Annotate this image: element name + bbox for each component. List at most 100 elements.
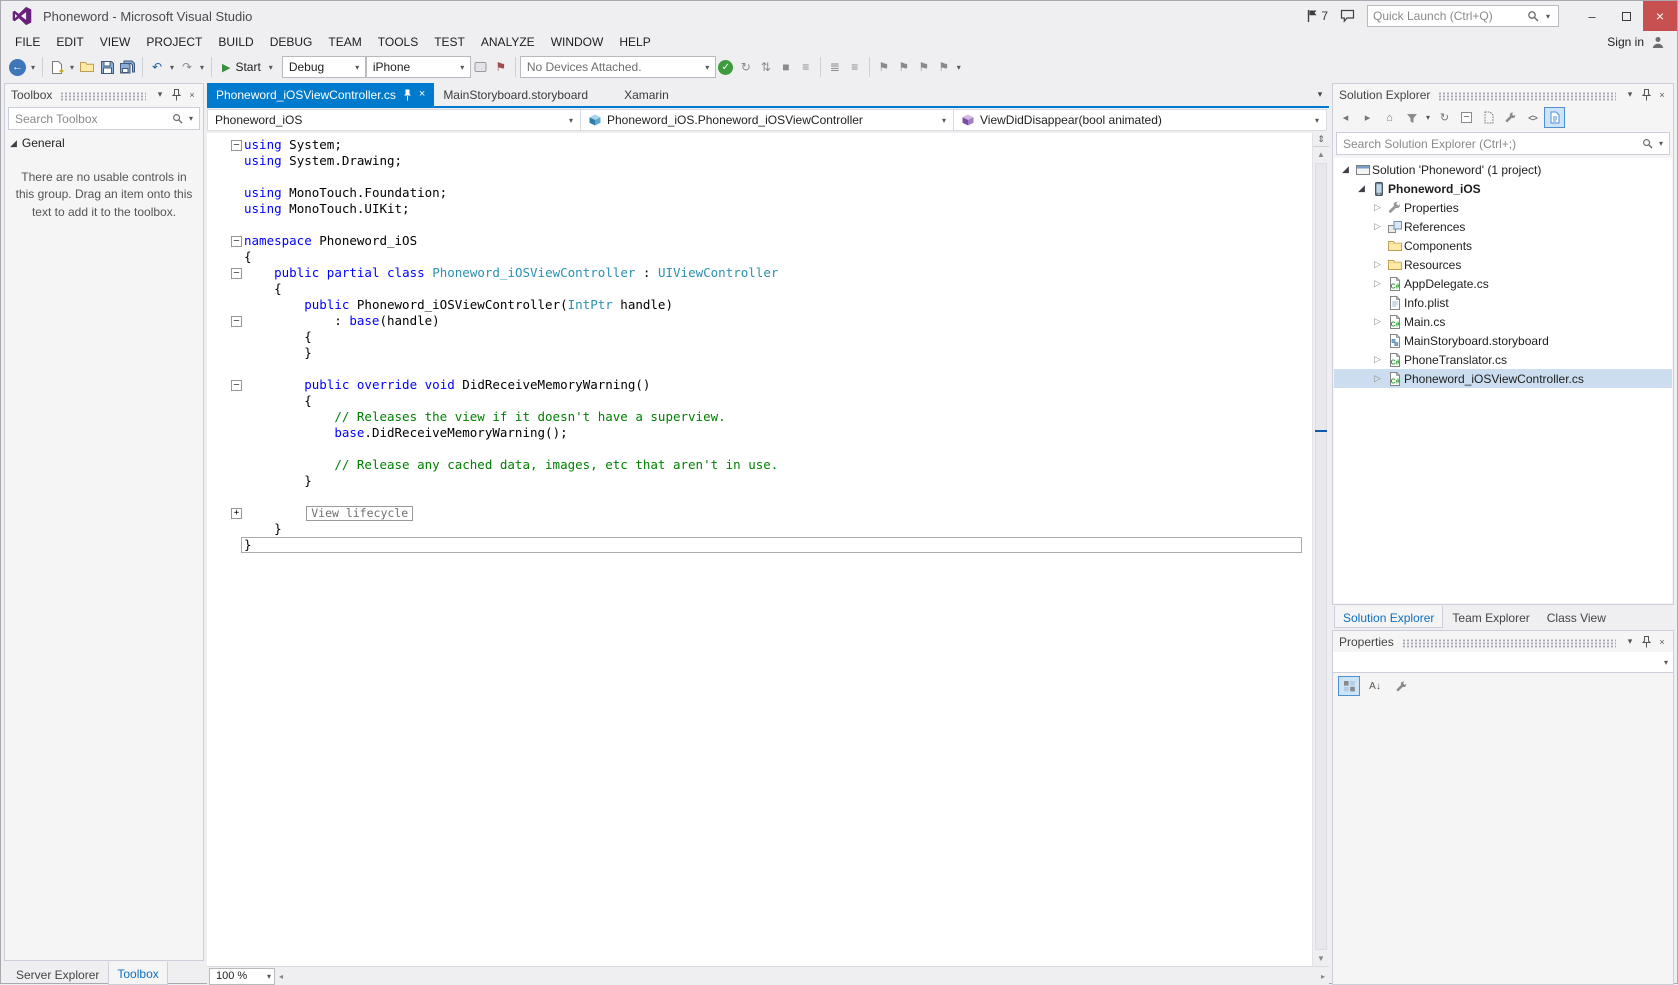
scroll-left-icon[interactable]: ◂ bbox=[279, 972, 283, 981]
collapse-region-icon[interactable]: – bbox=[231, 140, 242, 151]
fold-cell[interactable]: – bbox=[229, 265, 244, 281]
undo-chevron-icon[interactable]: ▾ bbox=[167, 56, 177, 78]
zoom-select[interactable]: 100 % ▾ bbox=[209, 968, 275, 985]
connect-to-mac-flag-icon[interactable]: ⚑ bbox=[491, 56, 511, 78]
toolbar-overflow-chevron-icon[interactable]: ▾ bbox=[954, 56, 964, 78]
open-file-button[interactable] bbox=[77, 56, 97, 78]
menu-team[interactable]: TEAM bbox=[320, 33, 369, 51]
window-position-chevron-icon[interactable]: ▾ bbox=[152, 87, 168, 103]
code-line[interactable]: View lifecycle bbox=[244, 505, 1312, 521]
solution-configuration-select[interactable]: Debug ▾ bbox=[282, 56, 366, 78]
navigate-back-button[interactable]: ← bbox=[7, 56, 28, 78]
menu-analyze[interactable]: ANALYZE bbox=[473, 33, 543, 51]
tab-phoneword-iosviewcontroller-cs[interactable]: Phoneword_iOSViewController.cs × bbox=[207, 83, 434, 106]
next-bookmark-button[interactable]: ⚑ bbox=[914, 56, 934, 78]
menu-edit[interactable]: EDIT bbox=[48, 33, 91, 51]
collapse-node-icon[interactable]: ◢ bbox=[1354, 183, 1369, 194]
code-line[interactable]: { bbox=[244, 281, 1312, 297]
expand-node-icon[interactable]: ▷ bbox=[1370, 316, 1385, 327]
code-line[interactable]: { bbox=[244, 329, 1312, 345]
scroll-right-icon[interactable]: ▸ bbox=[1321, 972, 1325, 981]
tab-class-view[interactable]: Class View bbox=[1539, 606, 1614, 628]
close-icon[interactable]: × bbox=[419, 89, 425, 100]
fold-cell[interactable]: + bbox=[229, 505, 244, 521]
code-line[interactable]: using System.Drawing; bbox=[244, 153, 1312, 169]
collapse-region-icon[interactable]: – bbox=[231, 268, 242, 279]
alphabetical-button[interactable]: A↓ bbox=[1364, 676, 1386, 696]
indent-lines-button[interactable]: ≣ bbox=[825, 56, 845, 78]
new-file-chevron-icon[interactable]: ▾ bbox=[67, 56, 77, 78]
toolbox-search-input[interactable] bbox=[15, 112, 169, 126]
properties-object-select[interactable]: ▾ bbox=[1333, 652, 1673, 673]
project-dropdown[interactable]: Phoneword_iOS ▾ bbox=[207, 109, 581, 131]
quick-launch-box[interactable]: ▾ bbox=[1367, 5, 1559, 27]
collapsed-region-box[interactable]: View lifecycle bbox=[306, 506, 413, 521]
type-dropdown[interactable]: Phoneword_iOS.Phoneword_iOSViewControlle… bbox=[581, 109, 954, 131]
solution-explorer-search-box[interactable]: ▾ bbox=[1336, 132, 1670, 155]
close-icon[interactable]: × bbox=[184, 87, 200, 103]
navigate-back-icon[interactable]: ◂ bbox=[1335, 107, 1356, 128]
preview-selected-items-icon[interactable] bbox=[1544, 107, 1565, 128]
status-check-button[interactable]: ✓ bbox=[716, 56, 736, 78]
scroll-down-icon[interactable]: ▼ bbox=[1317, 951, 1325, 966]
property-pages-button[interactable] bbox=[1390, 676, 1412, 696]
code-line[interactable]: public partial class Phoneword_iOSViewCo… bbox=[244, 265, 1312, 281]
code-line[interactable]: base.DidReceiveMemoryWarning(); bbox=[244, 425, 1312, 441]
scrollbar-thumb[interactable] bbox=[1315, 163, 1327, 950]
show-all-files-icon[interactable] bbox=[1478, 107, 1499, 128]
chevron-down-icon[interactable]: ▾ bbox=[1543, 5, 1553, 27]
fold-cell[interactable]: – bbox=[229, 313, 244, 329]
fold-cell[interactable]: – bbox=[229, 137, 244, 153]
outline-lines-button[interactable]: ≡ bbox=[845, 56, 865, 78]
scrollbar-track[interactable] bbox=[1313, 162, 1329, 951]
search-icon[interactable] bbox=[1642, 138, 1653, 149]
code-line[interactable] bbox=[244, 441, 1312, 457]
code-line[interactable] bbox=[244, 217, 1312, 233]
tree-item-mainstoryboard-storyboard[interactable]: MainStoryboard.storyboard bbox=[1334, 331, 1672, 350]
tree-item-appdelegate-cs[interactable]: ▷C#AppDelegate.cs bbox=[1334, 274, 1672, 293]
fold-cell[interactable]: – bbox=[229, 233, 244, 249]
feedback-button[interactable] bbox=[1340, 9, 1355, 23]
solution-explorer-header[interactable]: Solution Explorer ▾ × bbox=[1333, 84, 1673, 105]
user-icon[interactable] bbox=[1651, 35, 1665, 49]
code-line[interactable] bbox=[244, 361, 1312, 377]
collapse-all-icon[interactable]: – bbox=[1456, 107, 1477, 128]
tab-solution-explorer[interactable]: Solution Explorer bbox=[1334, 606, 1443, 628]
save-all-button[interactable] bbox=[117, 56, 138, 78]
device-select[interactable]: No Devices Attached. ▾ bbox=[520, 56, 716, 78]
redo-chevron-icon[interactable]: ▾ bbox=[197, 56, 207, 78]
tree-item-phoneword-ios[interactable]: ◢Phoneword_iOS bbox=[1334, 179, 1672, 198]
tree-item-resources[interactable]: ▷Resources bbox=[1334, 255, 1672, 274]
menu-build[interactable]: BUILD bbox=[210, 33, 261, 51]
scroll-up-icon[interactable]: ▲ bbox=[1317, 147, 1325, 162]
member-dropdown[interactable]: ViewDidDisappear(bool animated) ▾ bbox=[954, 109, 1327, 131]
tab-xamarin[interactable]: Xamarin bbox=[615, 83, 678, 106]
tree-item-properties[interactable]: ▷Properties bbox=[1334, 198, 1672, 217]
pin-icon[interactable] bbox=[403, 89, 412, 101]
close-icon[interactable]: × bbox=[1654, 634, 1670, 650]
collapse-region-icon[interactable]: – bbox=[231, 236, 242, 247]
expand-node-icon[interactable]: ▷ bbox=[1370, 354, 1385, 365]
properties-icon[interactable] bbox=[1500, 107, 1521, 128]
tab-team-explorer[interactable]: Team Explorer bbox=[1444, 606, 1537, 628]
sign-in-link[interactable]: Sign in bbox=[1607, 35, 1644, 49]
toolbox-search-box[interactable]: ▾ bbox=[8, 107, 200, 130]
pin-icon[interactable] bbox=[168, 87, 184, 103]
menu-test[interactable]: TEST bbox=[426, 33, 473, 51]
code-line[interactable]: } bbox=[244, 537, 1312, 553]
expand-region-icon[interactable]: + bbox=[231, 508, 242, 519]
code-line[interactable]: public Phoneword_iOSViewController(IntPt… bbox=[244, 297, 1312, 313]
notifications-button[interactable]: 7 bbox=[1306, 9, 1328, 23]
menu-tools[interactable]: TOOLS bbox=[370, 33, 426, 51]
tab-toolbox[interactable]: Toolbox bbox=[108, 962, 167, 985]
code-line[interactable]: using System; bbox=[244, 137, 1312, 153]
code-area[interactable]: using System;using System.Drawing;using … bbox=[244, 133, 1312, 966]
minimize-button[interactable]: – bbox=[1575, 1, 1609, 31]
code-editor[interactable]: –––––+ using System;using System.Drawing… bbox=[207, 133, 1329, 966]
menu-project[interactable]: PROJECT bbox=[138, 33, 210, 51]
tree-item-main-cs[interactable]: ▷C#Main.cs bbox=[1334, 312, 1672, 331]
clear-bookmarks-button[interactable]: ⚑ bbox=[934, 56, 954, 78]
view-code-icon[interactable]: <> bbox=[1522, 107, 1543, 128]
collapse-node-icon[interactable]: ◢ bbox=[1338, 164, 1353, 175]
chevron-down-icon[interactable]: ▾ bbox=[186, 108, 196, 130]
